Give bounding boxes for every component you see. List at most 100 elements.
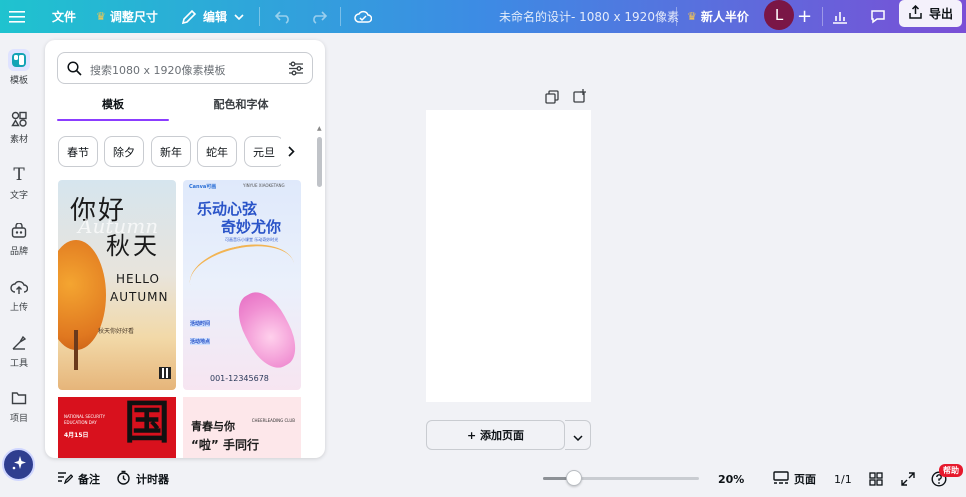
comment-icon[interactable] — [870, 0, 886, 33]
template-panel: 搜索1080 x 1920像素模板 模板 配色和字体 春节 除夕 新年 蛇年 元… — [45, 40, 325, 458]
sidebar-item-text[interactable]: T 文字 — [0, 160, 38, 210]
template-brand: Canva可画 — [189, 184, 217, 190]
add-page-button[interactable]: + 添加页面 — [426, 420, 565, 450]
template-card-music[interactable]: Canva可画 YINYUE XIAOKETANG 乐动心弦 奇妙尤你 可画音乐… — [183, 180, 301, 390]
pages-button[interactable]: 页面 — [773, 461, 816, 497]
duplicate-page-icon[interactable] — [545, 89, 559, 108]
file-menu-button[interactable]: 文件 — [52, 0, 76, 33]
cloud-saved-icon[interactable] — [354, 0, 372, 33]
template-text: EDUCATION DAY — [64, 420, 97, 425]
page-count: 1/1 — [834, 472, 852, 486]
template-text: HELLO — [116, 272, 160, 286]
template-card-cheerleading[interactable]: 青春与你 CHEERLEADING CLUB “啦” 手同行 — [183, 397, 301, 458]
template-card-security[interactable]: NATIONAL SECURITY EDUCATION DAY 4月15日 国 — [58, 397, 176, 458]
resize-label: 调整尺寸 — [109, 10, 158, 24]
analytics-icon[interactable] — [832, 0, 848, 33]
upload-icon — [10, 278, 28, 296]
chip-spring-festival[interactable]: 春节 — [58, 136, 98, 167]
tab-colors-fonts[interactable]: 配色和字体 — [185, 96, 297, 121]
elements-icon — [10, 110, 28, 128]
pages-label: 页面 — [794, 473, 816, 486]
notes-button[interactable]: 备注 — [57, 461, 100, 497]
export-label: 导出 — [928, 7, 953, 21]
qr-code — [159, 367, 171, 379]
promo-label: 新人半价 — [700, 10, 749, 24]
promo-button[interactable]: ♛ 新人半价 — [687, 0, 749, 33]
template-big-glyph: 国 — [124, 397, 170, 449]
avatar[interactable]: L — [764, 0, 794, 30]
template-title: 青春与你 — [191, 420, 235, 433]
crown-icon: ♛ — [687, 10, 697, 23]
active-tab-indicator — [57, 119, 169, 121]
template-text: NATIONAL SECURITY — [64, 414, 106, 419]
chevron-down-icon — [572, 426, 583, 445]
chip-new-years-day[interactable]: 元旦 — [244, 136, 284, 167]
timer-button[interactable]: 计时器 — [116, 461, 169, 497]
menu-icon[interactable] — [9, 0, 25, 33]
undo-icon[interactable] — [275, 0, 291, 33]
bottom-bar: 备注 计时器 20% 页面 1/1 — [0, 461, 966, 497]
divider — [259, 7, 260, 26]
notes-icon — [57, 471, 74, 487]
sidebar-item-templates[interactable]: 模板 — [0, 45, 38, 95]
sidebar-item-projects[interactable]: 项目 — [0, 383, 38, 433]
chevron-down-icon — [234, 13, 244, 20]
template-title: “啦” 手同行 — [191, 438, 259, 452]
template-date: 4月15日 — [64, 432, 89, 439]
zoom-value[interactable]: 20% — [718, 461, 744, 497]
zoom-slider[interactable] — [543, 470, 699, 486]
side-nav: 模板 素材 T 文字 品牌 上传 工具 项目 — [0, 33, 38, 497]
top-bar: 文件 ♛ 调整尺寸 编辑 未命名的设计- 1080 x 1920像素 ♛ 新人半… — [0, 0, 966, 33]
text-icon: T — [13, 165, 25, 185]
sidebar-item-label: 模板 — [9, 76, 28, 86]
redo-icon[interactable] — [311, 0, 327, 33]
sidebar-item-brand[interactable]: 品牌 — [0, 216, 38, 266]
tree-trunk — [74, 330, 78, 370]
sidebar-item-label: 工具 — [9, 359, 28, 369]
chevron-right-icon[interactable] — [281, 136, 301, 167]
edit-menu-button[interactable]: 编辑 — [181, 0, 244, 33]
sidebar-item-label: 品牌 — [9, 247, 28, 257]
template-tagline: 可画音乐小课堂 乐动奇妙时光 — [225, 237, 279, 242]
filter-icon[interactable] — [288, 61, 304, 80]
edit-label: 编辑 — [203, 10, 228, 24]
search-box[interactable]: 搜索1080 x 1920像素模板 — [57, 52, 313, 84]
add-collaborator-icon[interactable]: + — [797, 0, 812, 33]
template-text: AUTUMN — [110, 290, 169, 304]
document-title[interactable]: 未命名的设计- 1080 x 1920像素 — [499, 0, 679, 33]
chip-snake-year[interactable]: 蛇年 — [197, 136, 237, 167]
template-phone: 001-12345678 — [210, 374, 269, 383]
notes-label: 备注 — [78, 473, 100, 486]
add-page-icon[interactable] — [573, 88, 587, 107]
sidebar-item-elements[interactable]: 素材 — [0, 104, 38, 154]
resize-button[interactable]: ♛ 调整尺寸 — [96, 0, 158, 33]
template-tag: CHEERLEADING CLUB — [251, 418, 295, 423]
scrollbar-thumb[interactable] — [317, 137, 322, 187]
chip-new-years-eve[interactable]: 除夕 — [104, 136, 144, 167]
search-input[interactable]: 搜索1080 x 1920像素模板 — [90, 62, 226, 78]
grid-view-icon[interactable] — [869, 461, 883, 497]
design-canvas[interactable] — [426, 110, 591, 402]
fullscreen-icon[interactable] — [901, 461, 915, 497]
brand-icon — [10, 222, 28, 240]
sidebar-item-label: 素材 — [9, 135, 28, 145]
chip-new-year[interactable]: 新年 — [151, 136, 191, 167]
pencil-icon — [181, 9, 197, 25]
export-button[interactable]: 导出 — [899, 0, 962, 27]
divider — [340, 7, 341, 26]
template-title: 秋天 — [106, 232, 160, 260]
add-page-dropdown[interactable] — [565, 420, 591, 450]
timer-icon — [116, 470, 131, 488]
divider — [676, 7, 677, 26]
template-card-autumn[interactable]: 你好 Autumn 秋天 HELLO AUTUMN 秋天你好好看 — [58, 180, 176, 390]
sidebar-item-label: 项目 — [9, 414, 28, 424]
divider — [822, 7, 823, 26]
sidebar-item-tools[interactable]: 工具 — [0, 328, 38, 378]
timer-label: 计时器 — [136, 473, 169, 486]
sidebar-item-uploads[interactable]: 上传 — [0, 272, 38, 322]
tab-templates[interactable]: 模板 — [57, 96, 169, 121]
panel-scrollbar[interactable]: ▲ — [317, 125, 322, 458]
crown-icon: ♛ — [96, 10, 106, 23]
zoom-slider-handle[interactable] — [566, 470, 582, 486]
folder-icon — [10, 389, 28, 407]
